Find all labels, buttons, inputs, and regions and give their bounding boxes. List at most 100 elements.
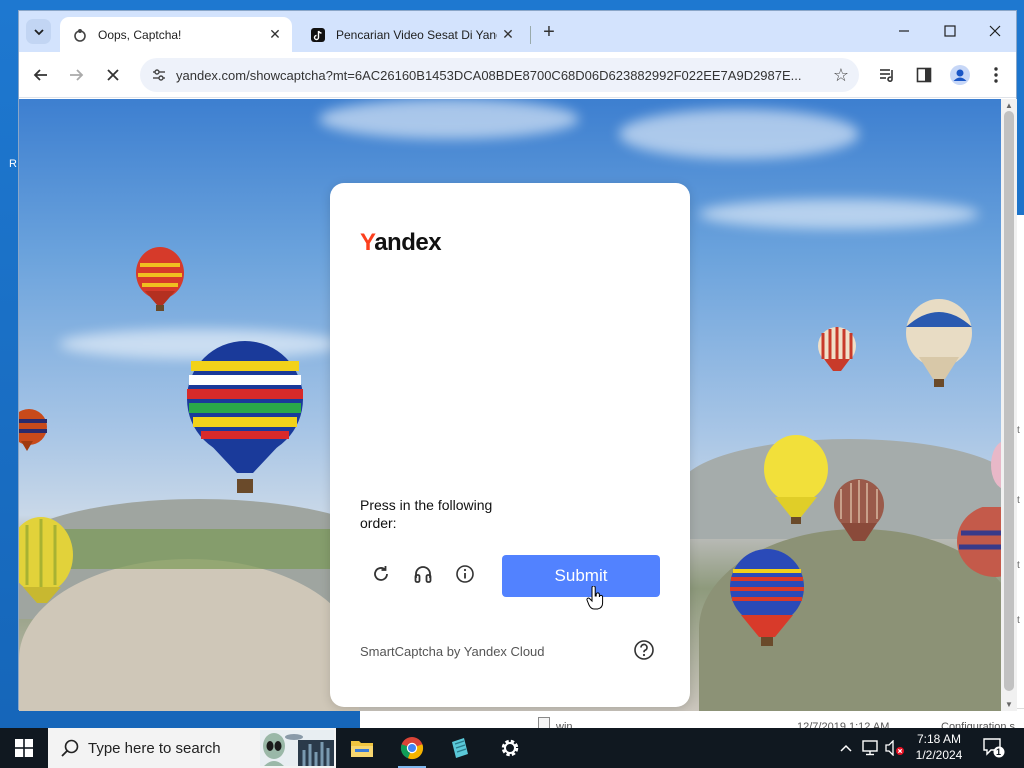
notification-count: 1 xyxy=(996,747,1002,757)
gear-icon xyxy=(501,739,519,757)
hot-air-balloon-image xyxy=(730,549,804,646)
tab-title: Pencarian Video Sesat Di Yandex xyxy=(336,27,497,42)
start-button[interactable] xyxy=(0,728,48,768)
cloud xyxy=(619,109,859,159)
hot-air-balloon-image xyxy=(957,507,1001,577)
close-icon xyxy=(989,25,1001,37)
close-tab-icon[interactable]: ✕ xyxy=(264,26,286,43)
info-button[interactable] xyxy=(450,559,480,589)
maximize-button[interactable] xyxy=(927,11,973,51)
minimize-button[interactable] xyxy=(881,11,927,51)
tab-title: Oops, Captcha! xyxy=(98,27,182,42)
hot-air-balloon-image xyxy=(991,442,1001,488)
chevron-down-icon xyxy=(33,28,44,35)
refresh-icon xyxy=(374,566,388,581)
hand-cursor-icon xyxy=(586,586,604,610)
profile-button[interactable] xyxy=(946,61,974,89)
yandex-logo: Yandex xyxy=(360,229,442,257)
media-queue-icon xyxy=(880,69,893,83)
logo-text: andex xyxy=(374,229,442,256)
address-bar[interactable]: yandex.com/showcaptcha?mt=6AC26160B1453D… xyxy=(140,58,859,92)
close-icon xyxy=(107,69,119,81)
info-icon xyxy=(456,565,474,583)
browser-window: Oops, Captcha! ✕ Pencarian Video Sesat D… xyxy=(18,10,1018,711)
hot-air-balloon-image xyxy=(906,299,972,387)
taskbar-chrome[interactable] xyxy=(388,728,436,768)
windows-logo-icon xyxy=(15,739,33,757)
edge-text: t xyxy=(1017,560,1020,571)
hot-air-balloon-image xyxy=(818,327,856,371)
media-controls-button[interactable] xyxy=(874,61,902,89)
headphones-icon xyxy=(414,566,432,583)
volume-muted-icon xyxy=(885,740,904,756)
more-vert-icon xyxy=(994,67,998,83)
back-arrow-icon xyxy=(33,69,47,81)
forward-arrow-icon xyxy=(70,69,84,81)
chevron-up-icon xyxy=(840,744,852,752)
new-tab-button[interactable]: + xyxy=(536,19,562,45)
chrome-icon xyxy=(400,737,424,760)
maximize-icon xyxy=(944,25,956,37)
site-info-icon[interactable] xyxy=(149,65,169,85)
scroll-up-icon[interactable]: ▲ xyxy=(1005,101,1013,110)
yandex-favicon-icon xyxy=(72,27,88,43)
side-panel-icon xyxy=(916,67,932,83)
help-button[interactable] xyxy=(632,638,656,662)
back-button[interactable] xyxy=(27,61,55,89)
close-tab-icon[interactable]: ✕ xyxy=(497,26,519,43)
tiktok-favicon-icon xyxy=(310,27,326,43)
hot-air-balloon-image xyxy=(19,517,73,603)
edge-text: t xyxy=(1017,425,1020,436)
captcha-instruction: Press in the following order: xyxy=(360,497,493,531)
show-hidden-icons-button[interactable] xyxy=(836,728,856,768)
browser-toolbar: yandex.com/showcaptcha?mt=6AC26160B1453D… xyxy=(19,52,1016,98)
hot-air-balloon-image xyxy=(187,341,303,493)
folder-icon xyxy=(351,741,373,757)
refresh-captcha-button[interactable] xyxy=(366,559,396,589)
question-mark-icon xyxy=(634,640,654,660)
tab-separator xyxy=(530,26,531,44)
notification-icon xyxy=(983,738,1005,758)
taskbar-settings[interactable] xyxy=(486,728,534,768)
audio-captcha-button[interactable] xyxy=(408,559,438,589)
tab-pencarian-video[interactable]: Pencarian Video Sesat Di Yandex ✕ xyxy=(298,17,525,52)
minimize-icon xyxy=(899,30,909,32)
edge-text: t xyxy=(1017,495,1020,506)
tab-search-button[interactable] xyxy=(26,19,51,44)
captcha-card: Yandex Press in the following order: Sub… xyxy=(330,183,690,707)
bookmark-star-icon[interactable]: ☆ xyxy=(829,63,853,87)
network-icon xyxy=(862,740,878,756)
search-highlight-alien-icon xyxy=(260,730,334,766)
logo-letter-y: Y xyxy=(360,229,375,256)
scroll-down-icon[interactable]: ▼ xyxy=(1005,700,1013,709)
hot-air-balloon-image xyxy=(136,247,184,311)
side-panel-button[interactable] xyxy=(910,61,938,89)
hot-air-balloon-image xyxy=(834,479,884,541)
system-clock[interactable]: 7:18 AM 1/2/2024 xyxy=(906,731,972,763)
network-status[interactable] xyxy=(860,728,882,768)
avatar-icon xyxy=(950,65,970,85)
taskbar-search-box[interactable]: Type here to search xyxy=(48,728,336,768)
submit-button[interactable]: Submit xyxy=(502,555,660,597)
stop-loading-button[interactable] xyxy=(99,61,127,89)
scrollbar-thumb[interactable] xyxy=(1004,111,1014,691)
tab-oops-captcha[interactable]: Oops, Captcha! ✕ xyxy=(60,17,292,52)
taskbar-file-explorer[interactable] xyxy=(338,728,386,768)
menu-button[interactable] xyxy=(982,61,1010,89)
taskbar-search-placeholder: Type here to search xyxy=(88,740,221,757)
page-scrollbar[interactable]: ▲ ▼ xyxy=(1001,99,1017,711)
cloud xyxy=(319,99,579,139)
volume-status[interactable] xyxy=(884,728,906,768)
url-text[interactable]: yandex.com/showcaptcha?mt=6AC26160B1453D… xyxy=(176,68,822,83)
desktop-edge-text: R xyxy=(9,158,17,170)
close-window-button[interactable] xyxy=(972,11,1018,51)
notification-center-button[interactable]: 1 xyxy=(980,728,1008,768)
hot-air-balloon-image xyxy=(764,435,828,524)
forward-button[interactable] xyxy=(62,61,90,89)
taskbar: Type here to search 7:18 AM 1/2/2024 1 xyxy=(0,728,1024,768)
cloud xyxy=(699,199,979,229)
taskbar-app-notepad[interactable] xyxy=(436,728,484,768)
hot-air-balloon-image xyxy=(19,409,47,451)
search-icon xyxy=(61,739,79,757)
edge-text: t xyxy=(1017,615,1020,626)
